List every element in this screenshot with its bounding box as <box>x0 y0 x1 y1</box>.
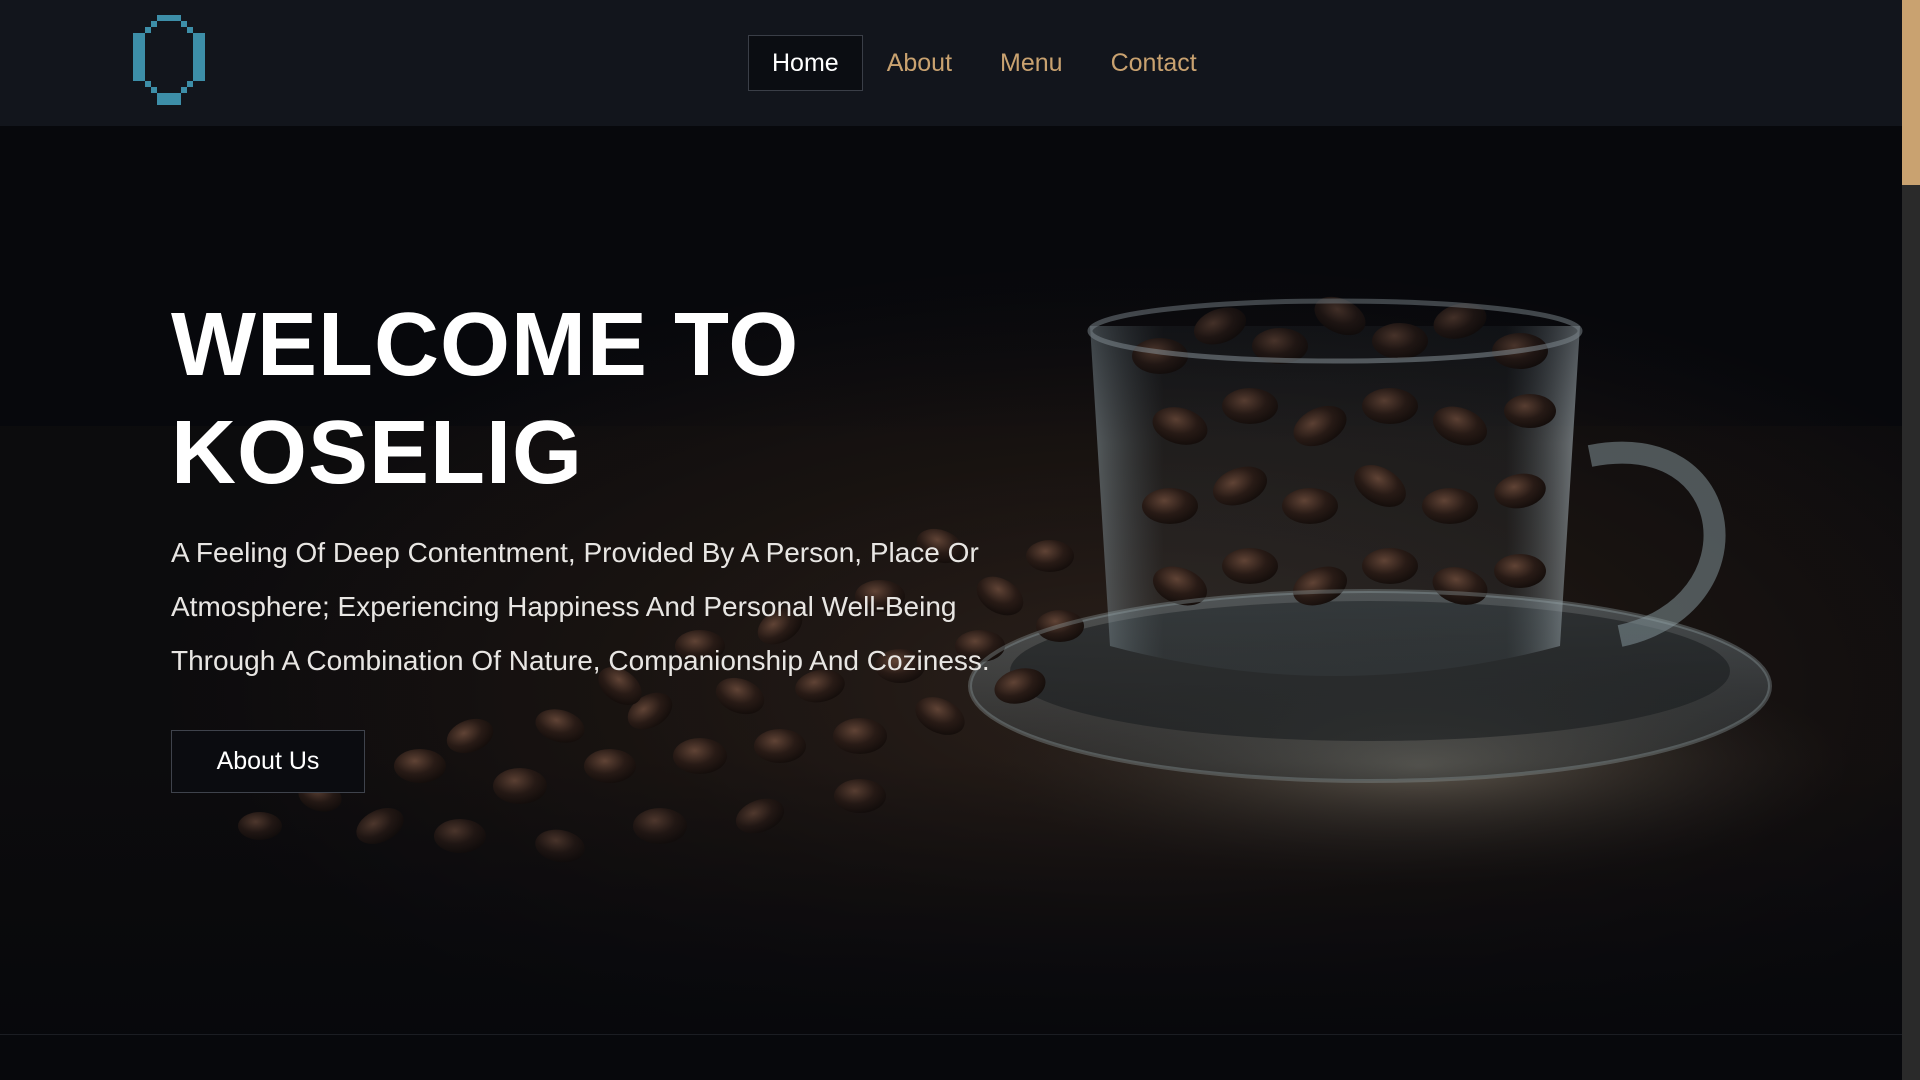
section-divider <box>0 1034 1902 1035</box>
nav-home[interactable]: Home <box>748 35 863 91</box>
nav-contact[interactable]: Contact <box>1087 35 1221 91</box>
hero-section: WELCOME TO KOSELIG A Feeling Of Deep Con… <box>0 126 1902 1034</box>
site-header: Home About Menu Contact <box>0 0 1902 126</box>
about-us-button[interactable]: About Us <box>171 730 365 793</box>
nav-menu[interactable]: Menu <box>976 35 1087 91</box>
nav-about[interactable]: About <box>863 35 976 91</box>
page: Home About Menu Contact WELCOME TO KOSEL… <box>0 0 1920 1080</box>
hero-subtitle: A Feeling Of Deep Contentment, Provided … <box>171 537 990 676</box>
page-scrollbar[interactable] <box>1902 0 1920 1080</box>
site-logo[interactable] <box>133 15 205 111</box>
hero-title: WELCOME TO KOSELIG <box>171 295 800 503</box>
main-nav: Home About Menu Contact <box>748 35 1221 91</box>
scrollbar-thumb[interactable] <box>1902 0 1920 185</box>
